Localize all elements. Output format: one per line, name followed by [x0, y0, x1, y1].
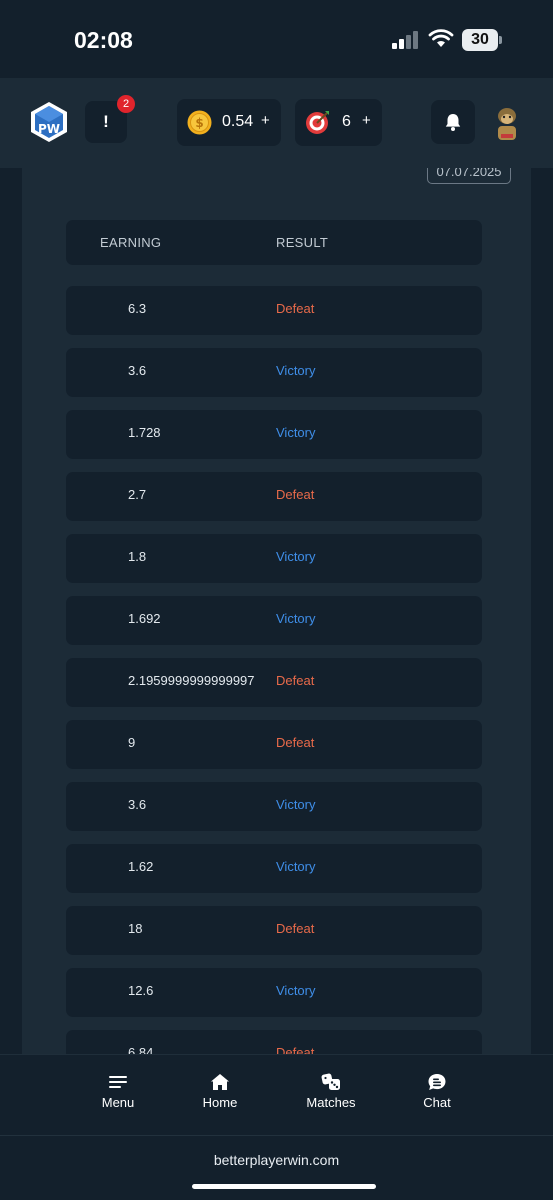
result-cell: Defeat — [276, 673, 315, 688]
result-cell: Defeat — [276, 1045, 315, 1054]
nav-chat[interactable]: Chat — [397, 1073, 477, 1110]
table-row: 1.8 Victory — [66, 534, 482, 583]
result-cell: Defeat — [276, 735, 315, 750]
battery-indicator: 30 — [462, 29, 498, 51]
status-time: 02:08 — [74, 27, 133, 53]
url-text: betterplayerwin.com — [213, 1152, 340, 1168]
battery-cap — [499, 36, 502, 44]
coin-balance-value: 0.54 — [222, 113, 254, 130]
nav-matches[interactable]: Matches — [291, 1073, 371, 1110]
svg-text:$: $ — [195, 116, 203, 130]
date-chip: 07.07.2025 — [427, 168, 511, 184]
table-row: 2.7 Defeat — [66, 472, 482, 521]
table-row: 1.728 Victory — [66, 410, 482, 459]
menu-icon — [109, 1076, 127, 1088]
result-cell: Defeat — [276, 487, 315, 502]
nav-menu-label: Menu — [101, 1095, 135, 1110]
nav-matches-label: Matches — [306, 1095, 356, 1110]
nav-home[interactable]: Home — [180, 1073, 260, 1110]
gold-coin-icon: $ — [187, 110, 212, 135]
table-row: 18 Defeat — [66, 906, 482, 955]
notification-badge: 2 — [117, 95, 135, 113]
table-row: 1.692 Victory — [66, 596, 482, 645]
earning-cell: 1.728 — [128, 425, 161, 440]
bpw-logo-icon[interactable]: PW — [28, 100, 70, 144]
table-row: 12.6 Victory — [66, 968, 482, 1017]
earning-cell: 3.6 — [128, 797, 147, 812]
chat-icon — [428, 1074, 446, 1090]
earning-cell: 6.84 — [128, 1045, 154, 1054]
table-row: 9 Defeat — [66, 720, 482, 769]
nav-chat-label: Chat — [423, 1095, 451, 1110]
nav-menu[interactable]: Menu — [78, 1073, 158, 1110]
earning-cell: 3.6 — [128, 363, 147, 378]
table-row: 3.6 Victory — [66, 782, 482, 831]
bell-icon — [445, 114, 461, 131]
coin-balance-pill[interactable]: $ 0.54 + — [177, 99, 281, 146]
table-row: 6.84 Defeat — [66, 1030, 482, 1054]
notifications-button[interactable] — [431, 100, 475, 144]
status-bar: 02:08 30 — [0, 0, 553, 78]
earning-cell: 1.692 — [128, 611, 161, 626]
column-header-earning: EARNING — [100, 235, 162, 250]
target-balance-value: 6 — [342, 113, 351, 130]
target-balance-pill[interactable]: 6 + — [295, 99, 382, 146]
table-row: 2.1959999999999997 Defeat — [66, 658, 482, 707]
result-cell: Victory — [276, 859, 316, 874]
table-row: 6.3 Defeat — [66, 286, 482, 335]
result-cell: Victory — [276, 549, 316, 564]
earning-cell: 18 — [128, 921, 143, 936]
table-header: EARNING RESULT — [66, 220, 482, 265]
earning-cell: 9 — [128, 735, 136, 750]
user-avatar[interactable] — [492, 106, 522, 142]
add-coins-button[interactable]: + — [261, 112, 270, 129]
alert-label: ! — [103, 112, 109, 131]
table-row: 1.62 Victory — [66, 844, 482, 893]
home-icon — [211, 1074, 229, 1090]
target-icon — [306, 111, 329, 134]
table-row: 3.6 Victory — [66, 348, 482, 397]
result-cell: Defeat — [276, 921, 315, 936]
cell-signal-icon — [392, 31, 418, 49]
wifi-icon — [428, 29, 454, 47]
result-cell: Victory — [276, 611, 316, 626]
result-cell: Victory — [276, 425, 316, 440]
result-cell: Defeat — [276, 301, 315, 316]
bottom-navigation: Menu Home Matches Chat — [0, 1054, 553, 1135]
add-targets-button[interactable]: + — [362, 112, 371, 129]
svg-text:PW: PW — [38, 122, 60, 136]
result-cell: Victory — [276, 983, 316, 998]
home-indicator[interactable] — [192, 1184, 376, 1189]
earning-cell: 2.7 — [128, 487, 147, 502]
dice-icon — [321, 1073, 340, 1090]
match-history-card: 07.07.2025 EARNING RESULT 6.3 Defeat 3.6 Vi… — [22, 168, 531, 1054]
column-header-result: RESULT — [276, 235, 329, 250]
earning-cell: 12.6 — [128, 983, 154, 998]
earning-cell: 1.62 — [128, 859, 154, 874]
earning-cell: 1.8 — [128, 549, 147, 564]
browser-url-bar[interactable]: betterplayerwin.com — [0, 1135, 553, 1200]
earning-cell: 6.3 — [128, 301, 147, 316]
nav-home-label: Home — [202, 1095, 238, 1110]
result-cell: Victory — [276, 363, 316, 378]
earning-cell: 2.1959999999999997 — [128, 673, 255, 688]
result-cell: Victory — [276, 797, 316, 812]
